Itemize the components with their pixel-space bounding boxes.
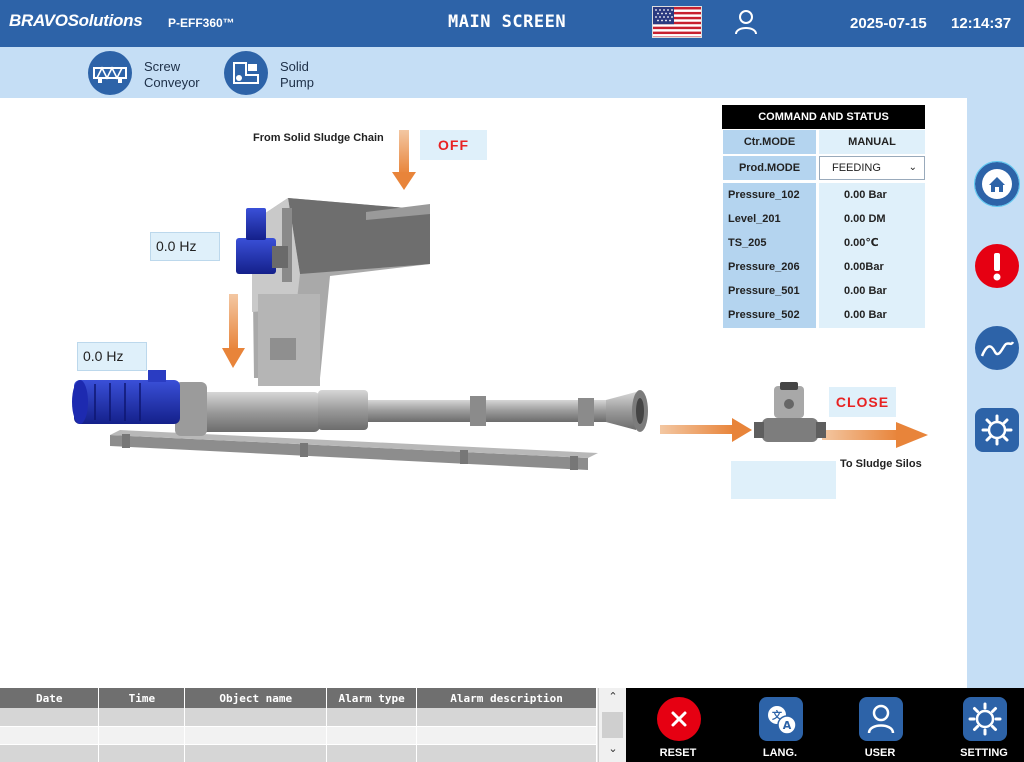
ctr-mode-label: Ctr.MODE bbox=[723, 130, 816, 154]
setting-button[interactable]: SETTING bbox=[944, 688, 1024, 762]
model-name: P-EFF360™ bbox=[168, 16, 235, 30]
solid-pump-icon bbox=[224, 51, 268, 95]
gear-icon bbox=[962, 696, 1008, 742]
screw-conveyor-body bbox=[252, 198, 430, 386]
conveyor-frequency-readout[interactable]: 0.0 Hz bbox=[150, 232, 220, 261]
hmi-main-screen: BRAVOSolutions P-EFF360™ MAIN SCREEN 202… bbox=[0, 0, 1024, 762]
header-bar: BRAVOSolutions P-EFF360™ MAIN SCREEN 202… bbox=[0, 0, 1024, 47]
prod-mode-select[interactable]: FEEDING ⌄ bbox=[819, 156, 925, 180]
pump-motor bbox=[72, 370, 180, 424]
settings-sidebar-button[interactable] bbox=[975, 408, 1019, 452]
feed-arrow bbox=[222, 294, 245, 368]
table-row[interactable] bbox=[0, 744, 597, 762]
column-header-object-name[interactable]: Object name bbox=[184, 688, 328, 708]
action-bar: RESET 文 A LANG. USER SETTING bbox=[626, 688, 1024, 762]
language-label: LANG. bbox=[762, 747, 798, 759]
user-icon bbox=[858, 696, 904, 742]
svg-text:A: A bbox=[783, 719, 792, 732]
reading-row: Pressure_501 0.00 Bar bbox=[722, 279, 925, 303]
valve-info-box bbox=[731, 461, 836, 499]
trend-icon bbox=[980, 341, 1015, 357]
right-sidebar bbox=[967, 98, 1024, 688]
reading-value: 0.00℃ bbox=[844, 237, 879, 249]
alarm-button[interactable] bbox=[975, 244, 1019, 288]
current-time: 12:14:37 bbox=[951, 15, 1012, 32]
command-status-panel: COMMAND AND STATUS Ctr.MODE MANUAL Prod.… bbox=[722, 105, 925, 328]
silo-arrow bbox=[822, 422, 928, 448]
brand-logo: BRAVOSolutions bbox=[9, 11, 143, 31]
screw-conveyor-button[interactable]: Screw Conveyor bbox=[88, 51, 228, 95]
reset-label: RESET bbox=[659, 747, 697, 759]
brand-primary: BRAVO bbox=[9, 11, 68, 30]
home-icon bbox=[982, 169, 1012, 199]
reading-value: 0.00 Bar bbox=[844, 285, 887, 297]
reading-row: Pressure_502 0.00 Bar bbox=[722, 303, 925, 327]
chevron-up-icon[interactable]: ⌃ bbox=[599, 690, 627, 708]
solid-pump-label: Solid Pump bbox=[280, 59, 314, 90]
screw-conveyor-label: Screw Conveyor bbox=[144, 59, 200, 90]
reading-row: Pressure_206 0.00Bar bbox=[722, 255, 925, 279]
user-label: USER bbox=[864, 747, 896, 759]
gear-icon bbox=[981, 414, 1013, 446]
exclamation-icon bbox=[993, 253, 1001, 281]
ctr-mode-value[interactable]: MANUAL bbox=[819, 130, 925, 154]
reading-value: 0.00 Bar bbox=[844, 309, 887, 321]
user-icon[interactable] bbox=[734, 9, 758, 35]
page-title: MAIN SCREEN bbox=[448, 12, 567, 32]
prod-mode-value: FEEDING bbox=[832, 162, 881, 174]
setting-label: SETTING bbox=[960, 747, 1008, 759]
reading-row: Pressure_102 0.00 Bar bbox=[722, 183, 925, 207]
command-status-title: COMMAND AND STATUS bbox=[722, 105, 925, 129]
language-icon: 文 A bbox=[758, 696, 804, 742]
reading-name: Pressure_502 bbox=[728, 309, 800, 321]
reset-icon bbox=[656, 696, 702, 742]
reading-value: 0.00Bar bbox=[844, 261, 884, 273]
us-flag-icon[interactable] bbox=[652, 6, 702, 38]
equipment-toolbar: Screw Conveyor Solid Pump bbox=[0, 47, 1024, 98]
table-row[interactable] bbox=[0, 708, 597, 727]
reading-name: Pressure_102 bbox=[728, 189, 800, 201]
trend-button[interactable] bbox=[975, 326, 1019, 370]
reading-name: Level_201 bbox=[728, 213, 781, 225]
column-header-time[interactable]: Time bbox=[98, 688, 186, 708]
reading-name: TS_205 bbox=[728, 237, 767, 249]
reading-name: Pressure_501 bbox=[728, 285, 800, 297]
outlet-label: To Sludge Silos bbox=[840, 458, 922, 470]
column-header-alarm-type[interactable]: Alarm type bbox=[326, 688, 418, 708]
pump-frequency-readout[interactable]: 0.0 Hz bbox=[77, 342, 147, 371]
user-button[interactable]: USER bbox=[840, 688, 920, 762]
solenoid-valve[interactable] bbox=[754, 382, 826, 442]
inlet-arrow bbox=[392, 130, 416, 190]
ctr-mode-row: Ctr.MODE MANUAL bbox=[722, 129, 925, 155]
reading-value: 0.00 Bar bbox=[844, 189, 887, 201]
pump-pipe bbox=[175, 382, 648, 436]
inlet-status-indicator[interactable]: OFF bbox=[420, 130, 487, 160]
home-button[interactable] bbox=[974, 161, 1020, 207]
valve-status-indicator[interactable]: CLOSE bbox=[829, 387, 896, 417]
alarm-table: Date Time Object name Alarm type Alarm d… bbox=[0, 688, 626, 762]
alarm-scrollbar[interactable]: ⌃ ⌄ bbox=[598, 688, 626, 762]
column-header-alarm-description[interactable]: Alarm description bbox=[416, 688, 597, 708]
prod-mode-label: Prod.MODE bbox=[723, 156, 816, 180]
scroll-thumb[interactable] bbox=[602, 712, 623, 738]
brand-secondary: Solutions bbox=[67, 11, 143, 30]
chevron-down-icon[interactable]: ⌄ bbox=[599, 742, 627, 760]
prod-mode-row: Prod.MODE FEEDING ⌄ bbox=[722, 155, 925, 181]
readings-table: Pressure_102 0.00 Bar Level_201 0.00 DM … bbox=[722, 183, 925, 328]
reading-row: Level_201 0.00 DM bbox=[722, 207, 925, 231]
discharge-arrow bbox=[660, 418, 752, 442]
reading-row: TS_205 0.00℃ bbox=[722, 231, 925, 255]
inlet-label: From Solid Sludge Chain bbox=[253, 132, 384, 144]
current-date: 2025-07-15 bbox=[850, 15, 927, 32]
solid-pump-button[interactable]: Solid Pump bbox=[224, 51, 334, 95]
chevron-down-icon[interactable]: ⌄ bbox=[909, 157, 917, 179]
language-button[interactable]: 文 A LANG. bbox=[740, 688, 820, 762]
reading-name: Pressure_206 bbox=[728, 261, 800, 273]
table-row[interactable] bbox=[0, 726, 597, 745]
screw-conveyor-icon bbox=[88, 51, 132, 95]
reading-value: 0.00 DM bbox=[844, 213, 886, 225]
column-header-date[interactable]: Date bbox=[0, 688, 100, 708]
reset-button[interactable]: RESET bbox=[638, 688, 718, 762]
